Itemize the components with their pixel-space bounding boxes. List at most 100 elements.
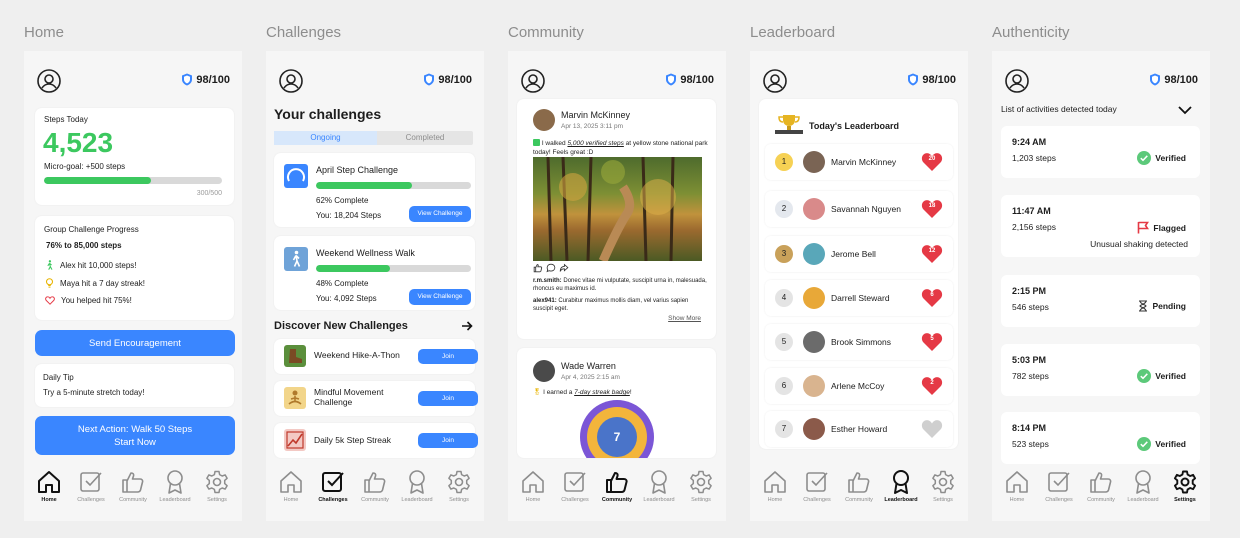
nav-home[interactable]: Home bbox=[755, 461, 796, 521]
post-author[interactable]: Marvin McKinney bbox=[561, 110, 630, 120]
view-challenge-button[interactable]: View Challenge bbox=[409, 206, 471, 222]
nav-leaderboard[interactable]: Leaderboard bbox=[881, 461, 922, 521]
nav-leaderboard[interactable]: Leaderboard bbox=[155, 461, 196, 521]
nav-leaderboard[interactable]: Leaderboard bbox=[639, 461, 680, 521]
gear-icon bbox=[932, 470, 954, 494]
heart-icon[interactable]: 20 bbox=[921, 152, 943, 172]
nav-challenges[interactable]: Challenges bbox=[71, 461, 112, 521]
nav-home[interactable]: Home bbox=[29, 461, 70, 521]
score-badge[interactable]: 98/100 bbox=[907, 73, 956, 86]
join-button[interactable]: Join bbox=[418, 349, 478, 364]
profile-icon[interactable] bbox=[279, 69, 303, 93]
nav-home[interactable]: Home bbox=[271, 461, 312, 521]
like-icon[interactable] bbox=[533, 263, 543, 273]
post-date: Apr 13, 2025 3:11 pm bbox=[561, 123, 624, 130]
micro-goal: Micro-goal: +500 steps bbox=[44, 162, 126, 171]
tab-ongoing[interactable]: Ongoing bbox=[274, 131, 377, 145]
leaderboard-row[interactable]: 4 Darrell Steward 6 bbox=[765, 280, 953, 316]
activity-steps: 782 steps bbox=[1012, 371, 1049, 381]
avatar[interactable] bbox=[533, 360, 555, 382]
discover-card[interactable]: Daily 5k Step Streak Join bbox=[274, 423, 478, 458]
leaderboard-row[interactable]: 2 Savannah Nguyen 18 bbox=[765, 191, 953, 227]
profile-icon[interactable] bbox=[763, 69, 787, 93]
post-photo[interactable] bbox=[533, 156, 702, 263]
nav-community[interactable]: Community bbox=[355, 461, 396, 521]
nav-community[interactable]: Community bbox=[597, 461, 638, 521]
discover-card[interactable]: Mindful Movement Challenge Join bbox=[274, 381, 478, 416]
activity-card[interactable]: 9:24 AM 1,203 steps Verified bbox=[1001, 126, 1200, 178]
score-text: 98/100 bbox=[922, 73, 956, 86]
nav-community[interactable]: Community bbox=[1081, 461, 1122, 521]
leaderboard-row[interactable]: 7 Esther Howard bbox=[765, 411, 953, 447]
heart-icon[interactable]: 18 bbox=[921, 199, 943, 219]
score-badge[interactable]: 98/100 bbox=[1149, 73, 1198, 86]
rank-badge: 4 bbox=[775, 289, 793, 307]
nav-leaderboard[interactable]: Leaderboard bbox=[1123, 461, 1164, 521]
challenge-card[interactable]: Weekend Wellness Walk 48% Complete You: … bbox=[274, 236, 475, 310]
chevron-down-icon[interactable] bbox=[1178, 106, 1192, 115]
walking-icon bbox=[47, 260, 53, 270]
nav-home[interactable]: Home bbox=[513, 461, 554, 521]
nav-challenges[interactable]: Challenges bbox=[1039, 461, 1080, 521]
heart-icon[interactable]: 12 bbox=[921, 244, 943, 264]
activity-card[interactable]: 8:14 PM 523 steps Verified bbox=[1001, 412, 1200, 464]
activity-card[interactable]: 11:47 AM 2,156 steps Flagged Unusual sha… bbox=[1001, 195, 1200, 257]
post-link[interactable]: 5,000 verified steps bbox=[567, 140, 623, 147]
heart-icon[interactable]: 2 bbox=[921, 376, 943, 396]
discover-name: Weekend Hike-A-Thon bbox=[314, 350, 400, 360]
heart-icon[interactable]: 6 bbox=[921, 288, 943, 308]
leaderboard-row[interactable]: 3 Jerome Bell 12 bbox=[765, 236, 953, 272]
nav-settings[interactable]: Settings bbox=[681, 461, 722, 521]
profile-icon[interactable] bbox=[1005, 69, 1029, 93]
comment-user[interactable]: r.m.smith: bbox=[533, 278, 562, 284]
avatar[interactable] bbox=[533, 109, 555, 131]
streak-badge-image[interactable]: 7 bbox=[580, 400, 654, 458]
arrow-right-icon[interactable] bbox=[462, 321, 473, 331]
profile-icon[interactable] bbox=[521, 69, 545, 93]
leaderboard-row[interactable]: 6 Arlene McCoy 2 bbox=[765, 368, 953, 404]
leaderboard-row[interactable]: 1 Marvin McKinney 20 bbox=[765, 144, 953, 180]
nav-settings[interactable]: Settings bbox=[1165, 461, 1206, 521]
join-button[interactable]: Join bbox=[418, 391, 478, 406]
score-badge[interactable]: 98/100 bbox=[665, 73, 714, 86]
post-author[interactable]: Wade Warren bbox=[561, 361, 616, 371]
group-title: Group Challenge Progress bbox=[44, 225, 139, 234]
tab-completed[interactable]: Completed bbox=[377, 131, 473, 145]
discover-card[interactable]: Weekend Hike-A-Thon Join bbox=[274, 339, 478, 374]
leaderboard-row[interactable]: 5 Brook Simmons 5 bbox=[765, 324, 953, 360]
view-challenge-button[interactable]: View Challenge bbox=[409, 289, 471, 305]
nav-home[interactable]: Home bbox=[997, 461, 1038, 521]
comment-user[interactable]: alex941: bbox=[533, 298, 557, 304]
post-link[interactable]: 7-day streak badge bbox=[574, 389, 630, 396]
score-badge[interactable]: 98/100 bbox=[181, 73, 230, 86]
show-more-link[interactable]: Show More bbox=[668, 315, 701, 322]
nav-settings[interactable]: Settings bbox=[439, 461, 480, 521]
join-button[interactable]: Join bbox=[418, 433, 478, 448]
nav-challenges[interactable]: Challenges bbox=[555, 461, 596, 521]
checkbox-icon bbox=[806, 472, 828, 492]
heart-icon[interactable]: 5 bbox=[921, 332, 943, 352]
nav-community[interactable]: Community bbox=[839, 461, 880, 521]
nav-challenges[interactable]: Challenges bbox=[797, 461, 838, 521]
nav-community[interactable]: Community bbox=[113, 461, 154, 521]
heart-icon[interactable] bbox=[921, 419, 943, 439]
comment-icon[interactable] bbox=[546, 263, 556, 273]
share-icon[interactable] bbox=[559, 263, 569, 273]
screen-title-community: Community bbox=[508, 24, 584, 41]
next-action-button[interactable]: Next Action: Walk 50 Steps Start Now bbox=[35, 416, 235, 455]
gear-icon bbox=[1173, 470, 1197, 494]
activity-card[interactable]: 2:15 PM 546 steps Pending bbox=[1001, 275, 1200, 327]
screen-title-home: Home bbox=[24, 24, 65, 41]
challenge-you: You: 4,092 Steps bbox=[316, 294, 377, 303]
lightbulb-icon bbox=[45, 278, 54, 288]
thumbs-up-icon bbox=[606, 472, 628, 493]
challenge-card[interactable]: April Step Challenge 62% Complete You: 1… bbox=[274, 153, 475, 227]
nav-settings[interactable]: Settings bbox=[923, 461, 964, 521]
score-badge[interactable]: 98/100 bbox=[423, 73, 472, 86]
activity-card[interactable]: 5:03 PM 782 steps Verified bbox=[1001, 344, 1200, 396]
send-encouragement-button[interactable]: Send Encouragement bbox=[35, 330, 235, 356]
nav-settings[interactable]: Settings bbox=[197, 461, 238, 521]
nav-challenges[interactable]: Challenges bbox=[313, 461, 354, 521]
profile-icon[interactable] bbox=[37, 69, 61, 93]
nav-leaderboard[interactable]: Leaderboard bbox=[397, 461, 438, 521]
